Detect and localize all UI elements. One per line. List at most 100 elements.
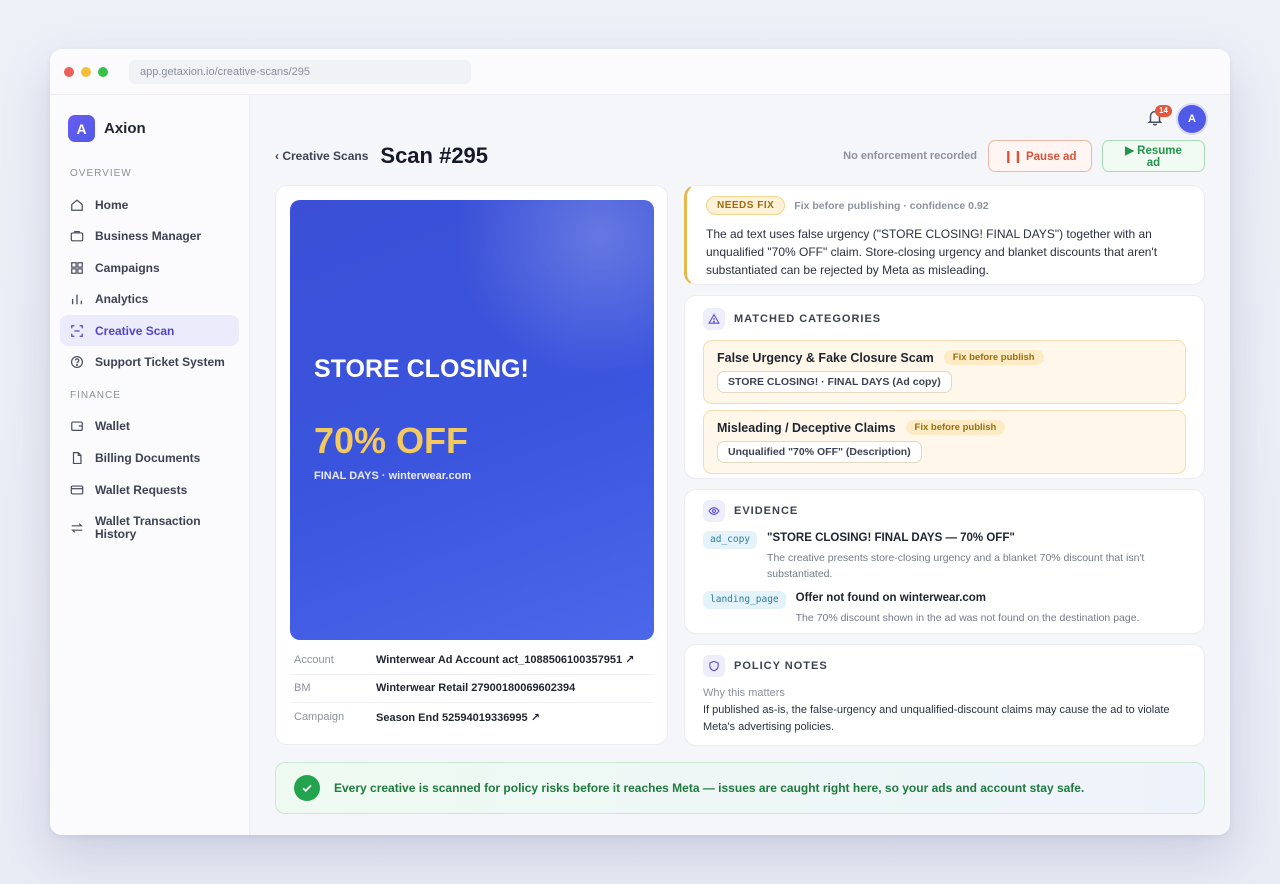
maximize-window-dot[interactable] bbox=[98, 66, 108, 77]
scan-icon bbox=[71, 325, 83, 337]
section-label-finance: FINANCE bbox=[70, 389, 121, 401]
warning-triangle-icon bbox=[703, 308, 725, 330]
document-icon bbox=[72, 452, 82, 465]
meta-key: Account bbox=[294, 653, 334, 666]
sidebar-item-label: Support Ticket System bbox=[95, 355, 225, 370]
brand-logo: A bbox=[68, 115, 95, 142]
sidebar-item-creative-scan[interactable]: Creative Scan bbox=[60, 315, 239, 347]
evidence-item: landing_page Offer not found on winterwe… bbox=[703, 591, 1186, 626]
policy-text: If published as-is, the false-urgency an… bbox=[703, 704, 1170, 733]
category-item: False Urgency & Fake Closure Scam Fix be… bbox=[703, 340, 1186, 404]
sidebar-item-label: Home bbox=[95, 197, 129, 212]
category-name: Misleading / Deceptive Claims bbox=[717, 420, 896, 435]
table-row: BM Winterwear Retail 27900180069602394 bbox=[290, 675, 654, 703]
minimize-window-dot[interactable] bbox=[81, 66, 91, 77]
bar-chart-icon bbox=[71, 294, 83, 305]
category-name: False Urgency & Fake Closure Scam bbox=[717, 350, 934, 365]
card-title: MATCHED CATEGORIES bbox=[734, 313, 882, 325]
wallet-icon bbox=[71, 421, 83, 432]
category-severity-pill: Fix before publish bbox=[905, 420, 1006, 435]
card-title: EVIDENCE bbox=[734, 505, 799, 517]
category-evidence-chip: STORE CLOSING! · FINAL DAYS (Ad copy) bbox=[717, 371, 952, 393]
category-item: Misleading / Deceptive Claims Fix before… bbox=[703, 410, 1186, 474]
page-header: ‹ Creative Scans Scan #295 No enforcemen… bbox=[275, 139, 1205, 173]
grid-icon bbox=[71, 261, 83, 274]
pause-ad-button[interactable]: ❙❙ Pause ad bbox=[988, 140, 1092, 172]
policy-subtitle: Why this matters bbox=[703, 687, 785, 699]
close-window-dot[interactable] bbox=[64, 66, 74, 77]
banner-text: Every creative is scanned for policy ris… bbox=[334, 781, 1085, 795]
meta-key: BM bbox=[294, 682, 311, 695]
creative-card: STORE CLOSING! 70% OFF FINAL DAYS · wint… bbox=[275, 185, 668, 745]
safety-banner: Every creative is scanned for policy ris… bbox=[275, 762, 1205, 814]
verdict-text: The ad text uses false urgency ("STORE C… bbox=[706, 227, 1158, 277]
transfer-icon bbox=[71, 522, 83, 533]
page-title: Scan #295 bbox=[380, 143, 489, 168]
title-bar: app.getaxion.io/creative-scans/295 bbox=[50, 49, 1230, 95]
category-severity-pill: Fix before publish bbox=[943, 350, 1044, 365]
sidebar-item-analytics[interactable]: Analytics bbox=[60, 284, 239, 315]
verdict-meta: Fix before publishing · confidence 0.92 bbox=[794, 199, 989, 212]
evidence-description: The creative presents store-closing urge… bbox=[767, 552, 1145, 580]
category-evidence-chip: Unqualified "70% OFF" (Description) bbox=[717, 441, 922, 463]
user-avatar[interactable]: A bbox=[1178, 105, 1206, 133]
campaign-link[interactable]: Season End 52594019336995 ↗ bbox=[376, 711, 540, 724]
ad-offer: 70% OFF bbox=[314, 420, 469, 461]
sidebar-item-label: Creative Scan bbox=[95, 323, 175, 338]
sidebar-item-label: Analytics bbox=[95, 292, 149, 307]
matched-categories-card: MATCHED CATEGORIES False Urgency & Fake … bbox=[684, 295, 1205, 479]
business-manager-value: Winterwear Retail 27900180069602394 bbox=[376, 682, 576, 695]
evidence-source-tag: landing_page bbox=[703, 591, 786, 609]
card-icon bbox=[70, 485, 84, 495]
sidebar-item-wallet-requests[interactable]: Wallet Requests bbox=[60, 474, 239, 505]
evidence-source-tag: ad_copy bbox=[703, 531, 758, 549]
sidebar-item-label: Wallet Requests bbox=[95, 482, 188, 497]
ad-headline: STORE CLOSING! bbox=[314, 355, 529, 383]
table-row: Campaign Season End 52594019336995 ↗ bbox=[290, 703, 654, 732]
url-bar[interactable]: app.getaxion.io/creative-scans/295 bbox=[129, 59, 471, 84]
evidence-description: The 70% discount shown in the ad was not… bbox=[795, 612, 1140, 624]
scan-results-column: NEEDS FIX Fix before publishing · confid… bbox=[684, 185, 1205, 746]
briefcase-icon bbox=[70, 231, 84, 242]
sidebar-item-label: Wallet bbox=[95, 419, 130, 434]
topbar-actions: 14 A bbox=[1146, 105, 1206, 133]
check-icon bbox=[294, 775, 320, 801]
table-row: Account Winterwear Ad Account act_108850… bbox=[290, 646, 654, 675]
back-to-creative-scans-link[interactable]: ‹ Creative Scans bbox=[275, 149, 368, 163]
ad-subline: FINAL DAYS · winterwear.com bbox=[314, 470, 472, 482]
brand[interactable]: A Axion bbox=[68, 115, 239, 142]
evidence-title: "STORE CLOSING! FINAL DAYS — 70% OFF" bbox=[767, 532, 1015, 544]
creative-meta-table: Account Winterwear Ad Account act_108850… bbox=[290, 646, 654, 732]
ad-creative-preview: STORE CLOSING! 70% OFF FINAL DAYS · wint… bbox=[290, 200, 654, 640]
sidebar-item-campaigns[interactable]: Campaigns bbox=[60, 252, 239, 283]
evidence-title: Offer not found on winterwear.com bbox=[795, 592, 987, 604]
card-title: POLICY NOTES bbox=[734, 660, 828, 672]
sidebar: A Axion OVERVIEW Home Business Manager C… bbox=[50, 95, 250, 835]
sidebar-item-home[interactable]: Home bbox=[60, 189, 239, 220]
sidebar-item-wallet[interactable]: Wallet bbox=[60, 411, 239, 442]
account-link[interactable]: Winterwear Ad Account act_10885061003579… bbox=[376, 653, 634, 666]
sidebar-item-label: Campaigns bbox=[95, 260, 160, 275]
browser-window: app.getaxion.io/creative-scans/295 A Axi… bbox=[50, 49, 1230, 835]
resume-ad-button[interactable]: ▶ Resume ad bbox=[1102, 140, 1205, 172]
brand-name: Axion bbox=[104, 120, 146, 137]
policy-notes-card: POLICY NOTES Why this matters If publish… bbox=[684, 644, 1205, 746]
section-label-overview: OVERVIEW bbox=[70, 168, 132, 179]
sidebar-item-wallet-transaction-history[interactable]: Wallet Transaction History bbox=[60, 506, 239, 550]
verdict-card: NEEDS FIX Fix before publishing · confid… bbox=[684, 185, 1205, 285]
sidebar-item-billing-documents[interactable]: Billing Documents bbox=[60, 443, 239, 474]
help-circle-icon bbox=[70, 356, 84, 369]
main-content: 14 A ‹ Creative Scans Scan #295 No enfor… bbox=[250, 95, 1230, 835]
notifications-button[interactable]: 14 bbox=[1146, 105, 1172, 130]
notification-count-badge: 14 bbox=[1155, 105, 1172, 117]
eye-icon bbox=[703, 500, 725, 522]
sidebar-item-support-ticket-system[interactable]: Support Ticket System bbox=[60, 347, 239, 378]
sidebar-item-label: Business Manager bbox=[95, 229, 202, 244]
sidebar-item-label: Billing Documents bbox=[95, 451, 201, 466]
evidence-card: EVIDENCE ad_copy "STORE CLOSING! FINAL D… bbox=[684, 489, 1205, 634]
enforcement-status: No enforcement recorded bbox=[843, 150, 977, 162]
status-badge: NEEDS FIX bbox=[706, 196, 786, 215]
sidebar-item-business-manager[interactable]: Business Manager bbox=[60, 221, 239, 252]
meta-key: Campaign bbox=[294, 711, 345, 724]
home-icon bbox=[71, 198, 83, 211]
